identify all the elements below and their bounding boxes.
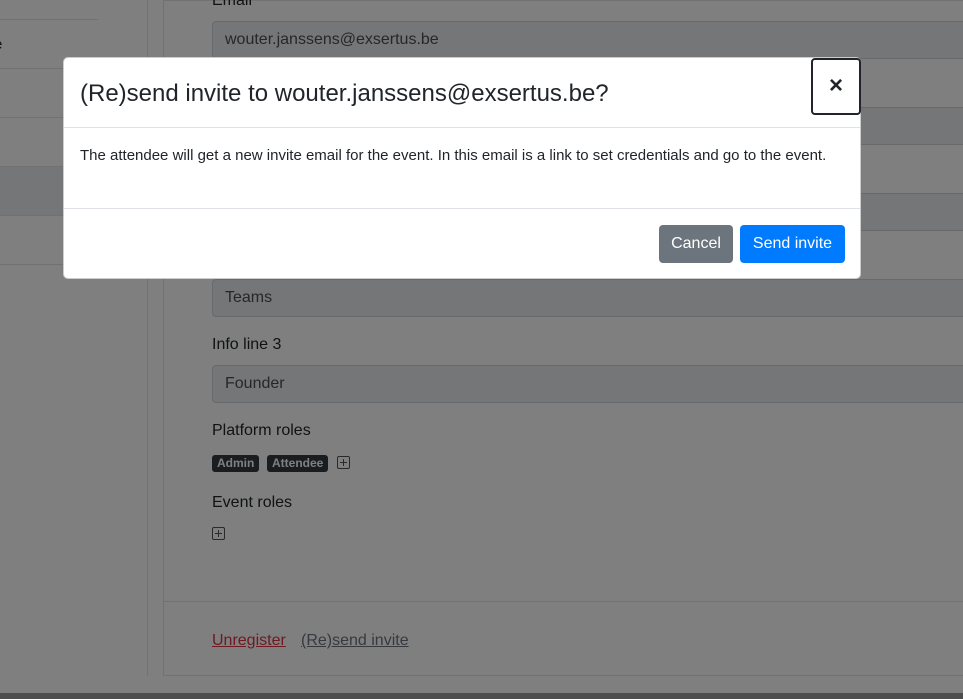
modal-footer-divider (64, 208, 860, 209)
modal-header: (Re)send invite to wouter.janssens@exser… (64, 58, 861, 128)
modal-body-text: The attendee will get a new invite email… (80, 147, 827, 164)
send-invite-button[interactable]: Send invite (740, 225, 845, 263)
modal-title: (Re)send invite to wouter.janssens@exser… (80, 80, 609, 107)
close-icon[interactable]: × (811, 58, 861, 115)
cancel-button[interactable]: Cancel (659, 225, 733, 263)
resend-invite-modal: (Re)send invite to wouter.janssens@exser… (63, 57, 861, 279)
